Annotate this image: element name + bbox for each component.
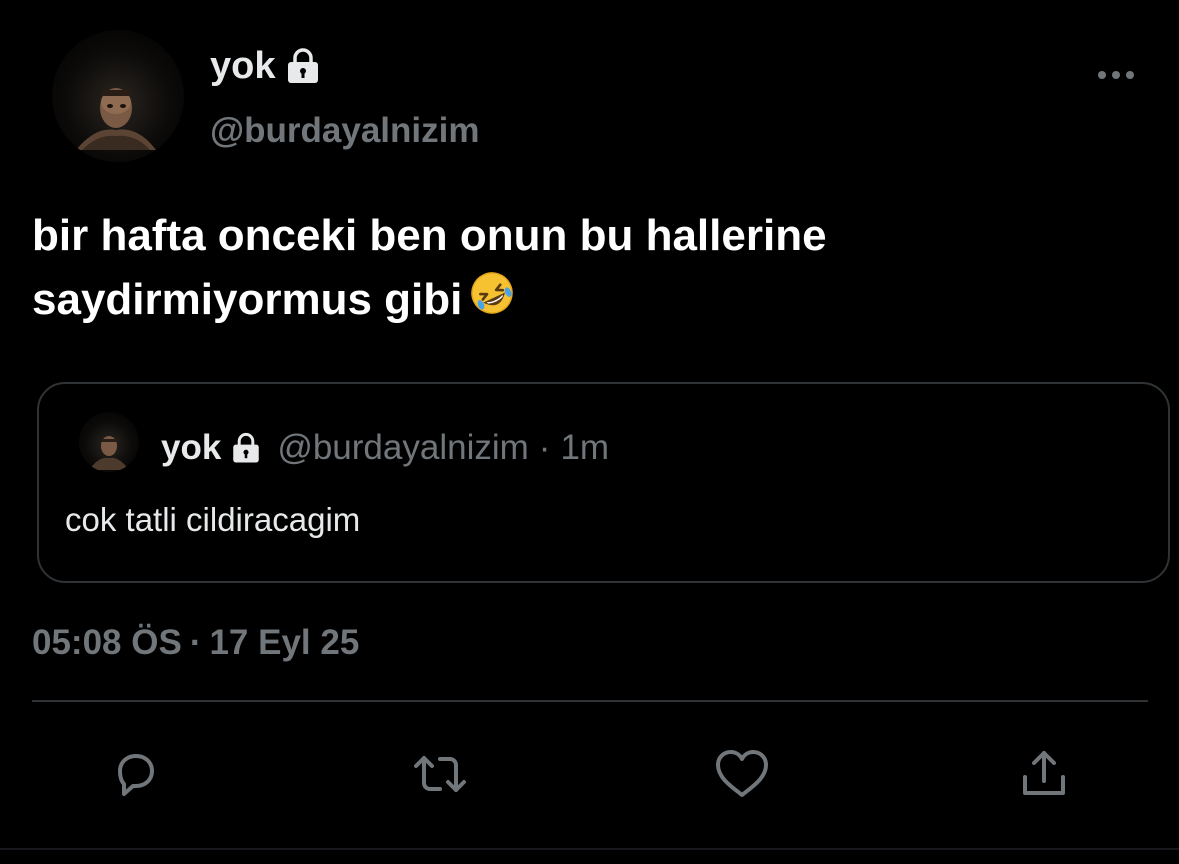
share-icon	[1023, 751, 1065, 795]
tweet-timestamp[interactable]: 05:08 ÖS · 17 Eyl 25	[32, 618, 359, 668]
like-button[interactable]	[710, 742, 774, 806]
reply-icon	[118, 754, 154, 796]
quoted-time-ago: 1m	[560, 428, 610, 467]
quoted-tweet-header: yok @burdayalnizim · 1m	[161, 424, 609, 472]
author-avatar[interactable]	[52, 30, 184, 162]
quoted-tweet-text: cok tatli cildiracagim	[65, 501, 361, 538]
tweet-text-line-2: saydirmiyormus gibi	[32, 268, 1142, 335]
quoted-author-avatar	[79, 412, 139, 472]
author-display-name[interactable]: yok	[210, 40, 275, 92]
tweet-text-line: bir hafta onceki ben onun bu hallerine	[32, 211, 827, 260]
quoted-separator: ·	[538, 428, 551, 467]
timestamp-separator: ·	[189, 623, 202, 662]
actions-divider	[32, 700, 1148, 702]
reply-button[interactable]	[104, 742, 168, 806]
quoted-author-name: yok	[161, 428, 222, 467]
retweet-icon	[414, 756, 466, 792]
author-handle[interactable]: @burdayalnizim	[210, 106, 479, 156]
retweet-button[interactable]	[408, 742, 472, 806]
author-name-row[interactable]: yok	[210, 40, 323, 92]
quoted-avatar-photo	[89, 436, 129, 470]
bottom-divider	[0, 848, 1179, 850]
tweet-text-line: saydirmiyormus gibi	[32, 275, 463, 324]
quoted-tweet-card[interactable]: yok @burdayalnizim · 1m cok tatli cildir…	[37, 382, 1170, 583]
lock-icon	[229, 431, 263, 465]
share-button[interactable]	[1012, 742, 1076, 806]
lock-icon	[283, 46, 323, 86]
tweet-date: 17 Eyl 25	[209, 623, 360, 662]
heart-icon	[716, 750, 768, 797]
quoted-author-handle: @burdayalnizim	[277, 428, 529, 467]
avatar-photo	[76, 88, 156, 150]
tweet-text: bir hafta onceki ben onun bu hallerine s…	[32, 204, 1142, 335]
more-options-icon[interactable]	[1094, 60, 1138, 90]
rolling-on-the-floor-laughing-icon	[468, 269, 516, 335]
tweet-time: 05:08 ÖS	[32, 623, 182, 662]
